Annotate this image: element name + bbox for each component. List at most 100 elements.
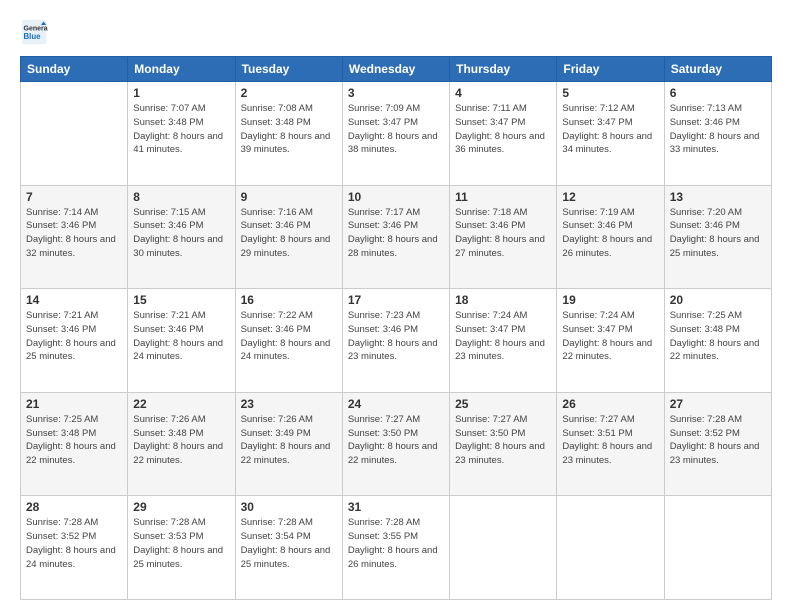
day-number: 7 xyxy=(26,190,122,204)
day-number: 17 xyxy=(348,293,444,307)
day-info: Sunrise: 7:23 AMSunset: 3:46 PMDaylight:… xyxy=(348,309,444,364)
calendar-cell: 4Sunrise: 7:11 AMSunset: 3:47 PMDaylight… xyxy=(450,82,557,186)
day-number: 10 xyxy=(348,190,444,204)
day-info: Sunrise: 7:22 AMSunset: 3:46 PMDaylight:… xyxy=(241,309,337,364)
day-number: 26 xyxy=(562,397,658,411)
calendar-cell: 20 Sunrise: 7:25 AMSunset: 3:48 PMDayligh… xyxy=(664,289,771,393)
calendar-cell: 24 Sunrise: 7:27 AMSunset: 3:50 PMDayligh… xyxy=(342,392,449,496)
day-info: Sunrise: 7:07 AMSunset: 3:48 PMDaylight:… xyxy=(133,102,229,157)
day-info: Sunrise: 7:28 AMSunset: 3:54 PMDaylight:… xyxy=(241,516,337,571)
calendar-cell: 2 Sunrise: 7:08 AMSunset: 3:48 PMDaylight… xyxy=(235,82,342,186)
day-number: 18 xyxy=(455,293,551,307)
calendar-cell: 9 Sunrise: 7:16 AMSunset: 3:46 PMDaylight… xyxy=(235,185,342,289)
calendar-cell: 15 Sunrise: 7:21 AMSunset: 3:46 PMDayligh… xyxy=(128,289,235,393)
day-info: Sunrise: 7:16 AMSunset: 3:46 PMDaylight:… xyxy=(241,206,337,261)
day-number: 31 xyxy=(348,500,444,514)
day-number: 6 xyxy=(670,86,766,100)
day-info: Sunrise: 7:24 AMSunset: 3:47 PMDaylight:… xyxy=(455,309,551,364)
day-info: Sunrise: 7:25 AMSunset: 3:48 PMDaylight:… xyxy=(670,309,766,364)
day-number: 21 xyxy=(26,397,122,411)
day-number: 16 xyxy=(241,293,337,307)
weekday-header-tuesday: Tuesday xyxy=(235,57,342,82)
calendar-table: SundayMondayTuesdayWednesdayThursdayFrid… xyxy=(20,56,772,600)
day-number: 19 xyxy=(562,293,658,307)
day-info: Sunrise: 7:28 AMSunset: 3:55 PMDaylight:… xyxy=(348,516,444,571)
day-number: 2 xyxy=(241,86,337,100)
calendar-cell xyxy=(664,496,771,600)
day-info: Sunrise: 7:25 AMSunset: 3:48 PMDaylight:… xyxy=(26,413,122,468)
calendar-cell: 8 Sunrise: 7:15 AMSunset: 3:46 PMDaylight… xyxy=(128,185,235,289)
day-number: 1 xyxy=(133,86,229,100)
day-number: 9 xyxy=(241,190,337,204)
day-number: 8 xyxy=(133,190,229,204)
calendar-cell: 19 Sunrise: 7:24 AMSunset: 3:47 PMDayligh… xyxy=(557,289,664,393)
calendar-cell: 14Sunrise: 7:21 AMSunset: 3:46 PMDayligh… xyxy=(21,289,128,393)
calendar-body: 1 Sunrise: 7:07 AMSunset: 3:48 PMDaylight… xyxy=(21,82,772,600)
week-row-4: 28 Sunrise: 7:28 AMSunset: 3:52 PMDayligh… xyxy=(21,496,772,600)
day-info: Sunrise: 7:12 AMSunset: 3:47 PMDaylight:… xyxy=(562,102,658,157)
calendar-cell: 26 Sunrise: 7:27 AMSunset: 3:51 PMDayligh… xyxy=(557,392,664,496)
day-info: Sunrise: 7:27 AMSunset: 3:51 PMDaylight:… xyxy=(562,413,658,468)
day-number: 5 xyxy=(562,86,658,100)
calendar-cell: 21 Sunrise: 7:25 AMSunset: 3:48 PMDayligh… xyxy=(21,392,128,496)
day-number: 13 xyxy=(670,190,766,204)
calendar-cell: 22 Sunrise: 7:26 AMSunset: 3:48 PMDayligh… xyxy=(128,392,235,496)
calendar-cell xyxy=(450,496,557,600)
day-info: Sunrise: 7:08 AMSunset: 3:48 PMDaylight:… xyxy=(241,102,337,157)
weekday-header-sunday: Sunday xyxy=(21,57,128,82)
day-info: Sunrise: 7:28 AMSunset: 3:52 PMDaylight:… xyxy=(26,516,122,571)
weekday-header-thursday: Thursday xyxy=(450,57,557,82)
calendar-cell: 16 Sunrise: 7:22 AMSunset: 3:46 PMDayligh… xyxy=(235,289,342,393)
day-info: Sunrise: 7:21 AMSunset: 3:46 PMDaylight:… xyxy=(26,309,122,364)
day-number: 30 xyxy=(241,500,337,514)
weekday-row: SundayMondayTuesdayWednesdayThursdayFrid… xyxy=(21,57,772,82)
calendar-cell: 28 Sunrise: 7:28 AMSunset: 3:52 PMDayligh… xyxy=(21,496,128,600)
calendar-cell: 7 Sunrise: 7:14 AMSunset: 3:46 PMDaylight… xyxy=(21,185,128,289)
weekday-header-wednesday: Wednesday xyxy=(342,57,449,82)
day-info: Sunrise: 7:09 AMSunset: 3:47 PMDaylight:… xyxy=(348,102,444,157)
calendar-cell: 11Sunrise: 7:18 AMSunset: 3:46 PMDayligh… xyxy=(450,185,557,289)
day-number: 28 xyxy=(26,500,122,514)
day-number: 29 xyxy=(133,500,229,514)
day-number: 24 xyxy=(348,397,444,411)
week-row-1: 7 Sunrise: 7:14 AMSunset: 3:46 PMDaylight… xyxy=(21,185,772,289)
day-info: Sunrise: 7:20 AMSunset: 3:46 PMDaylight:… xyxy=(670,206,766,261)
calendar-header: SundayMondayTuesdayWednesdayThursdayFrid… xyxy=(21,57,772,82)
day-info: Sunrise: 7:28 AMSunset: 3:52 PMDaylight:… xyxy=(670,413,766,468)
weekday-header-saturday: Saturday xyxy=(664,57,771,82)
day-number: 23 xyxy=(241,397,337,411)
day-info: Sunrise: 7:24 AMSunset: 3:47 PMDaylight:… xyxy=(562,309,658,364)
day-number: 15 xyxy=(133,293,229,307)
svg-text:Blue: Blue xyxy=(24,32,42,41)
day-number: 20 xyxy=(670,293,766,307)
day-info: Sunrise: 7:15 AMSunset: 3:46 PMDaylight:… xyxy=(133,206,229,261)
day-info: Sunrise: 7:26 AMSunset: 3:49 PMDaylight:… xyxy=(241,413,337,468)
calendar-cell: 1 Sunrise: 7:07 AMSunset: 3:48 PMDaylight… xyxy=(128,82,235,186)
day-info: Sunrise: 7:14 AMSunset: 3:46 PMDaylight:… xyxy=(26,206,122,261)
day-number: 3 xyxy=(348,86,444,100)
day-number: 11 xyxy=(455,190,551,204)
day-number: 27 xyxy=(670,397,766,411)
calendar-cell: 23 Sunrise: 7:26 AMSunset: 3:49 PMDayligh… xyxy=(235,392,342,496)
calendar-cell xyxy=(21,82,128,186)
day-info: Sunrise: 7:19 AMSunset: 3:46 PMDaylight:… xyxy=(562,206,658,261)
logo: General Blue xyxy=(20,18,52,46)
calendar-cell: 18 Sunrise: 7:24 AMSunset: 3:47 PMDayligh… xyxy=(450,289,557,393)
calendar-cell: 27 Sunrise: 7:28 AMSunset: 3:52 PMDayligh… xyxy=(664,392,771,496)
weekday-header-monday: Monday xyxy=(128,57,235,82)
day-info: Sunrise: 7:26 AMSunset: 3:48 PMDaylight:… xyxy=(133,413,229,468)
day-info: Sunrise: 7:27 AMSunset: 3:50 PMDaylight:… xyxy=(455,413,551,468)
calendar-cell: 13 Sunrise: 7:20 AMSunset: 3:46 PMDayligh… xyxy=(664,185,771,289)
day-number: 12 xyxy=(562,190,658,204)
calendar-cell: 29Sunrise: 7:28 AMSunset: 3:53 PMDayligh… xyxy=(128,496,235,600)
week-row-3: 21 Sunrise: 7:25 AMSunset: 3:48 PMDayligh… xyxy=(21,392,772,496)
page: General Blue SundayMondayTuesdayWednesda… xyxy=(0,0,792,612)
day-info: Sunrise: 7:27 AMSunset: 3:50 PMDaylight:… xyxy=(348,413,444,468)
calendar-cell: 3 Sunrise: 7:09 AMSunset: 3:47 PMDaylight… xyxy=(342,82,449,186)
header: General Blue xyxy=(20,18,772,46)
day-info: Sunrise: 7:13 AMSunset: 3:46 PMDaylight:… xyxy=(670,102,766,157)
calendar-cell: 17 Sunrise: 7:23 AMSunset: 3:46 PMDayligh… xyxy=(342,289,449,393)
calendar-cell: 5 Sunrise: 7:12 AMSunset: 3:47 PMDaylight… xyxy=(557,82,664,186)
day-number: 22 xyxy=(133,397,229,411)
day-info: Sunrise: 7:21 AMSunset: 3:46 PMDaylight:… xyxy=(133,309,229,364)
